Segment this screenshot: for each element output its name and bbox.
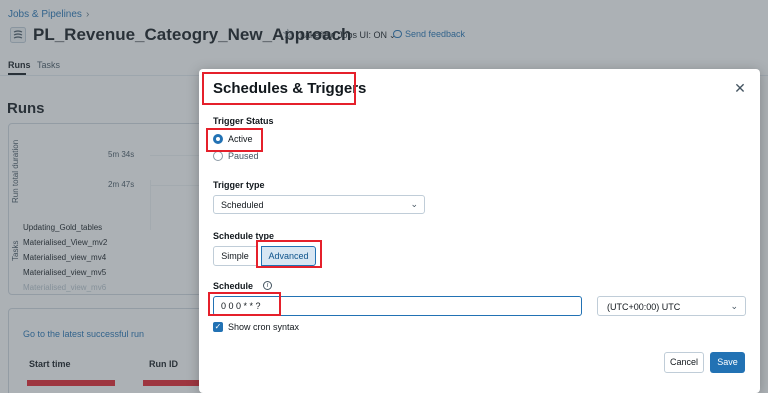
- schedule-simple-button[interactable]: Simple: [213, 246, 257, 266]
- schedule-label: Schedule: [213, 281, 254, 291]
- paused-radio[interactable]: [213, 151, 223, 161]
- active-radio[interactable]: [213, 134, 223, 144]
- close-icon[interactable]: ✕: [733, 81, 747, 95]
- show-cron-label[interactable]: Show cron syntax: [228, 322, 299, 332]
- trigger-type-select[interactable]: Scheduled ⌄: [213, 195, 425, 214]
- paused-radio-label[interactable]: Paused: [228, 151, 259, 161]
- trigger-type-label: Trigger type: [213, 180, 265, 190]
- chevron-down-icon: ⌄: [730, 301, 738, 311]
- trigger-status-label: Trigger Status: [213, 116, 274, 126]
- timezone-value: (UTC+00:00) UTC: [607, 302, 681, 312]
- info-icon[interactable]: i: [263, 281, 272, 290]
- timezone-select[interactable]: (UTC+00:00) UTC ⌄: [597, 296, 746, 316]
- cancel-button[interactable]: Cancel: [664, 352, 704, 373]
- chevron-down-icon: ⌄: [410, 199, 418, 209]
- schedules-triggers-dialog: Schedules & Triggers ✕ Trigger Status Ac…: [199, 69, 760, 393]
- cron-expression-value: 0 0 0 * * ?: [221, 301, 261, 311]
- save-button[interactable]: Save: [710, 352, 745, 373]
- cron-expression-input[interactable]: 0 0 0 * * ?: [213, 296, 582, 316]
- schedule-type-label: Schedule type: [213, 231, 275, 241]
- schedule-advanced-button[interactable]: Advanced: [261, 246, 316, 266]
- dialog-title: Schedules & Triggers: [213, 80, 367, 97]
- show-cron-checkbox[interactable]: ✓: [213, 322, 223, 332]
- active-radio-label[interactable]: Active: [228, 134, 253, 144]
- trigger-type-value: Scheduled: [221, 200, 264, 210]
